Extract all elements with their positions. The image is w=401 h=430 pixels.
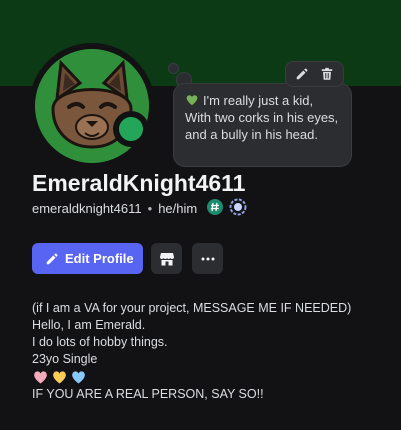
shop-button[interactable]	[151, 243, 182, 274]
quest-badge[interactable]	[229, 198, 247, 219]
pronouns: he/him	[158, 200, 198, 216]
bio-line: (if I am a VA for your project, MESSAGE …	[32, 301, 352, 315]
username[interactable]: emeraldknight4611	[32, 201, 142, 216]
more-options-button[interactable]	[192, 243, 223, 274]
hashtag-badge-icon	[207, 198, 224, 215]
trash-icon	[321, 67, 332, 80]
green-heart-icon	[186, 95, 198, 106]
custom-status-text: I'm really just a kid, With two corks in…	[185, 93, 339, 142]
custom-status-text-wrap: I'm really just a kid, With two corks in…	[185, 92, 341, 143]
hashtag-badge[interactable]	[207, 198, 224, 218]
bio: (if I am a VA for your project, MESSAGE …	[32, 300, 392, 403]
username-line: emeraldknight4611 • he/him	[32, 198, 247, 219]
display-name: EmeraldKnight4611	[32, 170, 246, 196]
quest-badge-icon	[229, 198, 247, 215]
delete-status-button[interactable]	[317, 64, 337, 84]
edit-status-button[interactable]	[292, 64, 312, 84]
pencil-icon	[46, 252, 58, 264]
bio-line: Hello, I am Emerald.	[32, 318, 146, 332]
thought-bubble-dot	[168, 63, 179, 74]
pink-heart-icon	[34, 371, 47, 384]
bio-hearts	[32, 368, 392, 386]
edit-profile-label: Edit Profile	[65, 251, 134, 266]
edit-icon	[297, 68, 308, 80]
light-blue-heart-icon	[72, 371, 85, 384]
bio-line: IF YOU ARE A REAL PERSON, SAY SO!!	[32, 387, 264, 401]
online-status-icon	[119, 117, 143, 141]
custom-status-bubble[interactable]: I'm really just a kid, With two corks in…	[173, 83, 352, 167]
bio-line: 23yo Single	[32, 352, 98, 366]
bio-line: I do lots of hobby things.	[32, 335, 168, 349]
shop-icon	[159, 252, 174, 265]
status-toolbar	[285, 61, 344, 87]
edit-profile-button[interactable]: Edit Profile	[32, 243, 143, 274]
separator: •	[147, 200, 153, 216]
more-icon	[201, 257, 214, 260]
yellow-heart-icon	[53, 371, 66, 384]
